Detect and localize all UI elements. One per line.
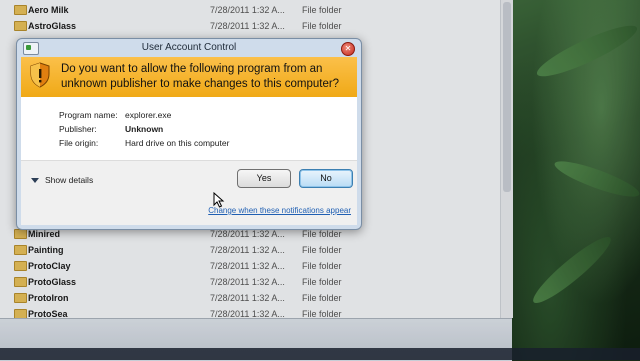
yes-button[interactable]: Yes	[237, 169, 291, 188]
uac-footer: Change when these notifications appear	[21, 196, 357, 225]
uac-title: User Account Control	[141, 42, 237, 53]
publisher-label: Publisher:	[59, 124, 97, 134]
program-name-value: explorer.exe	[125, 110, 172, 120]
publisher-value: Unknown	[125, 124, 164, 134]
uac-question: Do you want to allow the following progr…	[61, 63, 340, 90]
mouse-cursor-icon	[213, 192, 225, 208]
file-origin-value: Hard drive on this computer	[125, 138, 230, 148]
uac-titlebar: User Account Control ✕	[17, 39, 361, 57]
change-notifications-link[interactable]: Change when these notifications appear	[208, 206, 351, 215]
uac-dialog: User Account Control ✕ Do you want to al…	[16, 38, 362, 230]
file-origin-label: File origin:	[59, 138, 99, 148]
close-icon[interactable]: ✕	[341, 42, 355, 56]
show-details-label: Show details	[45, 175, 94, 185]
uac-warning-banner: Do you want to allow the following progr…	[21, 57, 357, 97]
no-button[interactable]: No	[299, 169, 353, 188]
program-name-label: Program name:	[59, 110, 118, 120]
chevron-down-icon	[31, 178, 39, 184]
show-details-toggle[interactable]: Show details	[31, 175, 93, 185]
uac-button-bar: Show details Yes No	[21, 160, 357, 197]
shield-warning-icon	[30, 62, 50, 88]
